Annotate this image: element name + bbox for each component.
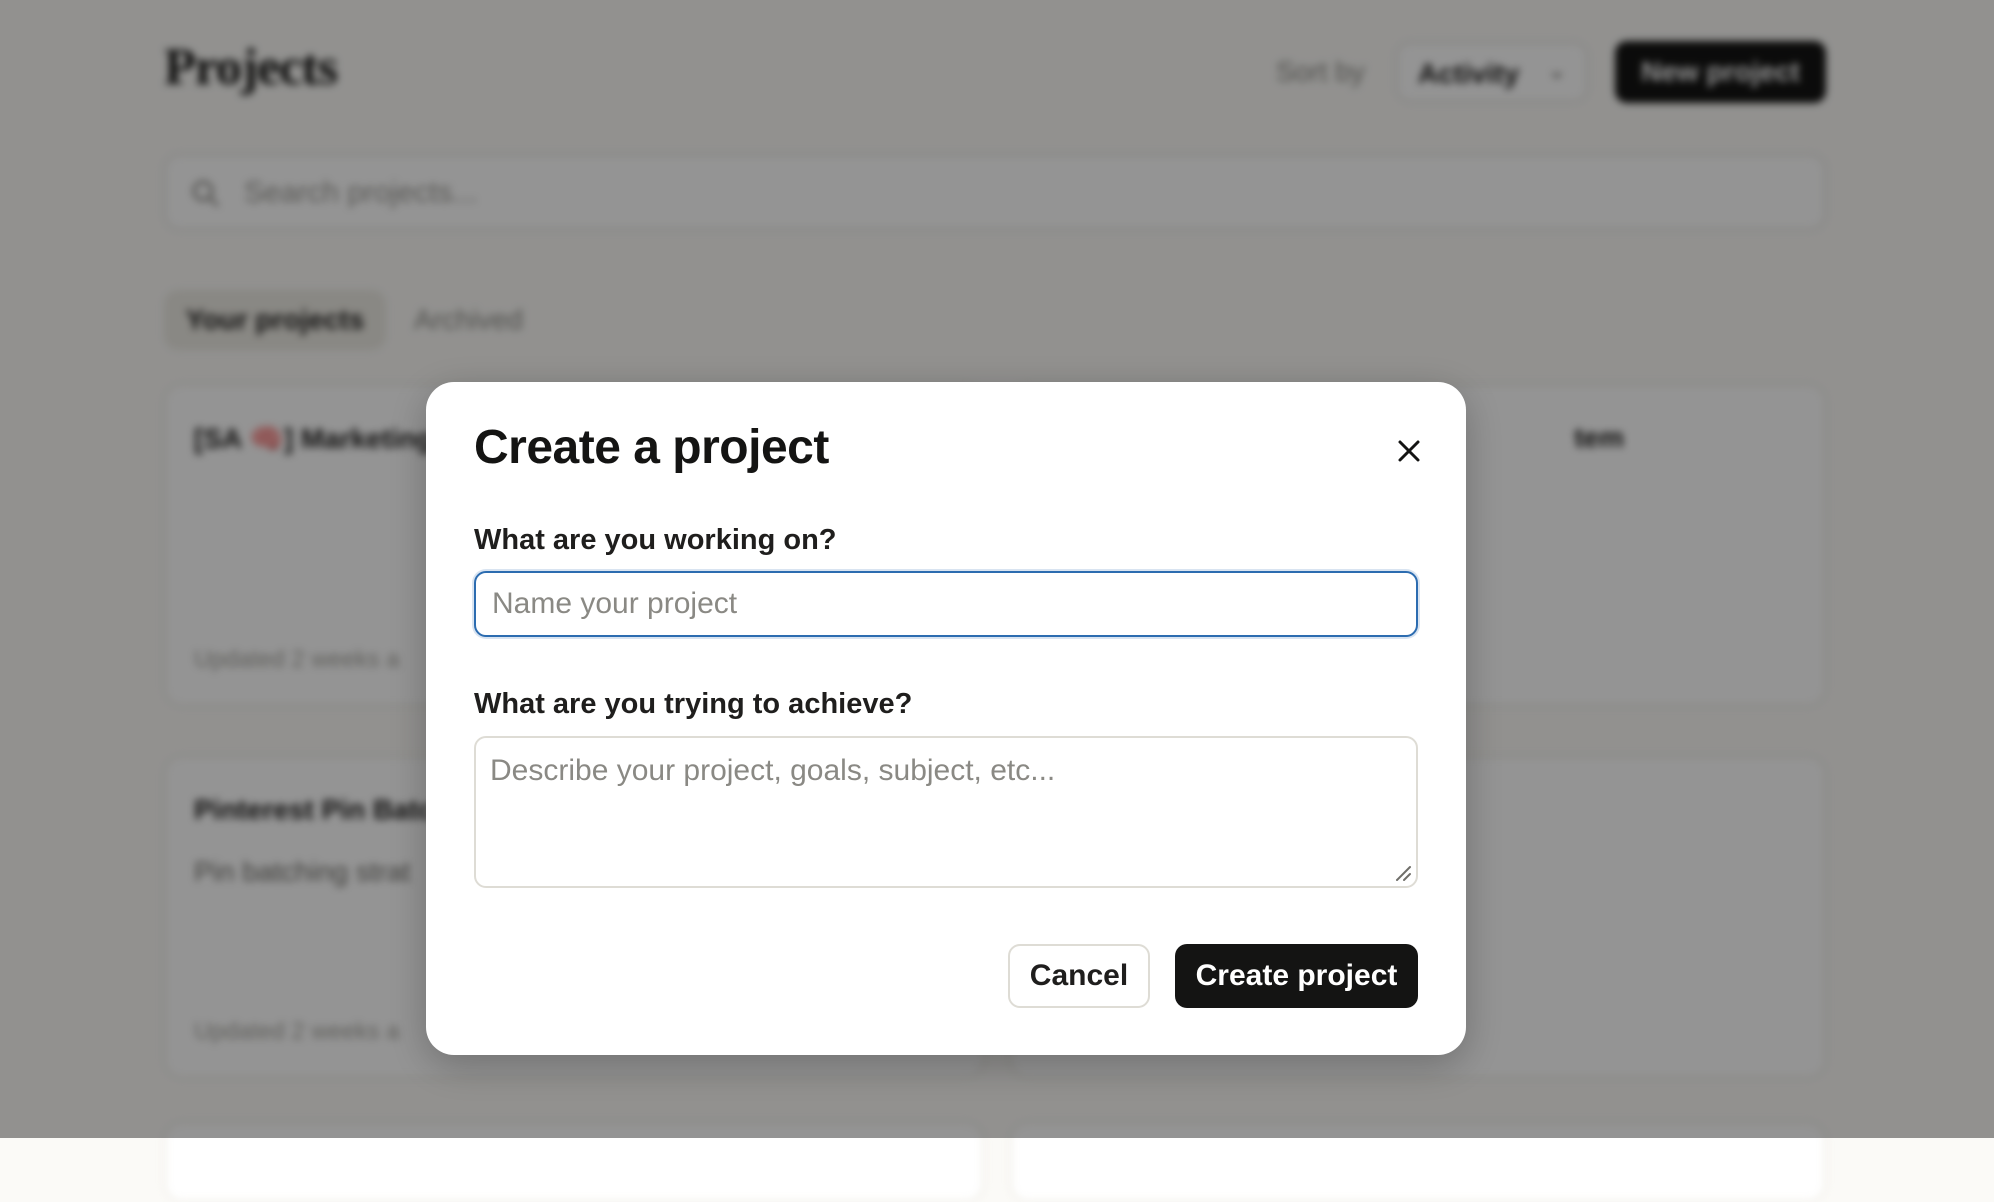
- project-description-label: What are you trying to achieve?: [474, 688, 913, 720]
- resize-handle-icon[interactable]: [1394, 864, 1412, 882]
- dialog-title: Create a project: [474, 421, 829, 474]
- create-project-button[interactable]: Create project: [1175, 944, 1418, 1008]
- cancel-button[interactable]: Cancel: [1008, 944, 1150, 1008]
- project-description-input[interactable]: [474, 736, 1418, 888]
- close-button[interactable]: [1386, 428, 1432, 474]
- project-name-label: What are you working on?: [474, 524, 837, 556]
- create-project-dialog: Create a project What are you working on…: [426, 382, 1466, 1055]
- close-icon: [1398, 440, 1420, 462]
- project-name-input[interactable]: [474, 571, 1418, 637]
